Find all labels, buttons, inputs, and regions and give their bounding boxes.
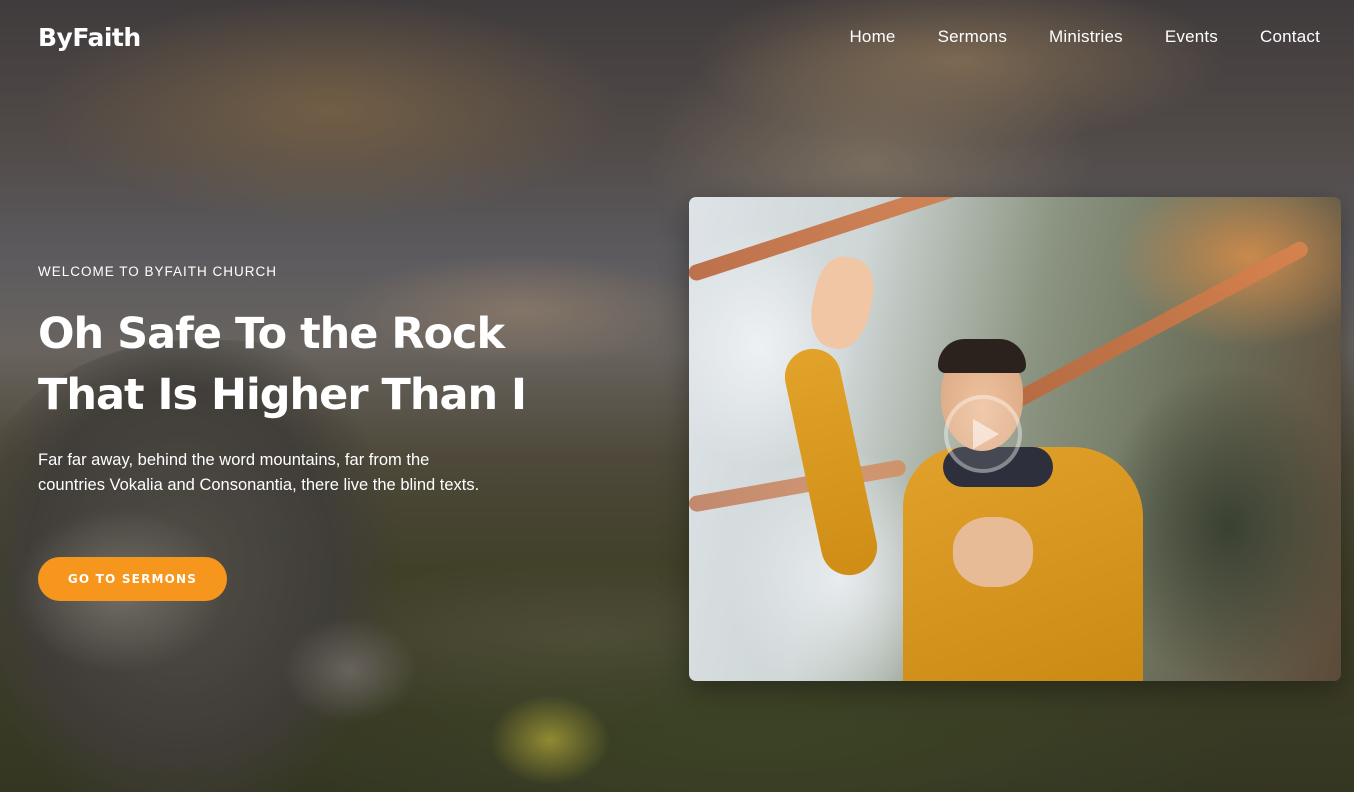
person-hair [938,339,1026,373]
hero-title-line-1: Oh Safe To the Rock [38,309,505,359]
site-header: ByFaith Home Sermons Ministries Events C… [0,0,1354,74]
raised-hand [804,251,880,355]
nav-item-home[interactable]: Home [849,27,895,47]
hero-title: Oh Safe To the Rock That Is Higher Than … [38,304,578,426]
play-button[interactable] [944,395,1022,473]
nav-item-contact[interactable]: Contact [1260,27,1320,47]
raised-arm [779,343,883,581]
nav-item-events[interactable]: Events [1165,27,1218,47]
go-to-sermons-button[interactable]: GO TO SERMONS [38,557,227,601]
play-icon [973,419,999,449]
hand-on-chest [953,517,1033,587]
nav-item-ministries[interactable]: Ministries [1049,27,1123,47]
site-logo[interactable]: ByFaith [38,23,141,52]
hero-content: WELCOME TO BYFAITH CHURCH Oh Safe To the… [38,264,598,601]
main-nav: Home Sermons Ministries Events Contact [807,27,1320,47]
hero-eyebrow: WELCOME TO BYFAITH CHURCH [38,264,278,279]
nav-item-sermons[interactable]: Sermons [938,27,1007,47]
hero-description: Far far away, behind the word mountains,… [38,451,480,494]
hero-title-line-2: That Is Higher Than I [38,370,527,420]
video-thumbnail[interactable] [689,197,1341,681]
